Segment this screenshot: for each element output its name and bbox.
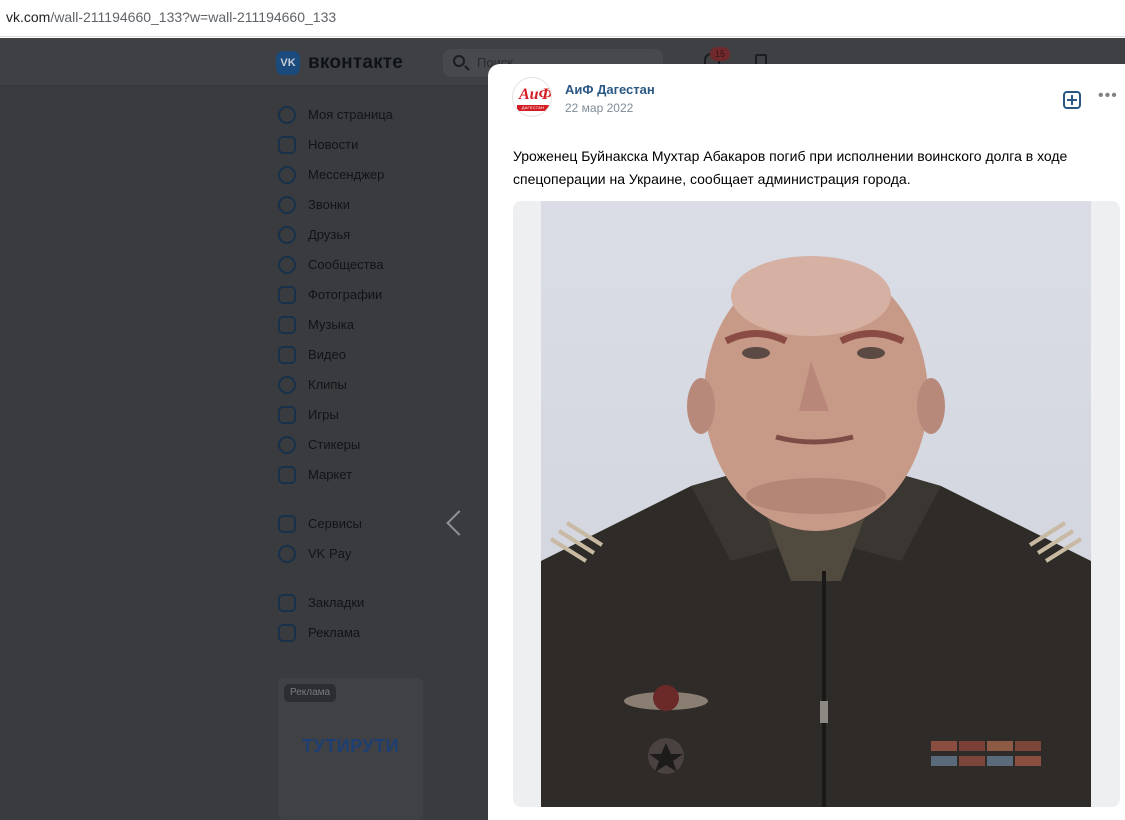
portrait-photo-illustration [541,256,1091,807]
url-path: /wall-211194660_133?w=wall-211194660_133 [50,9,337,25]
sidebar-item-label: Реклама [308,625,361,640]
sidebar-item-vkpay[interactable]: VK Pay [278,541,468,567]
friends-icon [278,226,296,244]
avatar-logo-text: АиФ [519,86,552,103]
sidebar-item-communities[interactable]: Сообщества [278,252,468,278]
chat-icon [278,166,296,184]
post-date[interactable]: 22 мар 2022 [565,101,633,115]
sidebar-item-calls[interactable]: Звонки [278,192,468,218]
games-icon [278,406,296,424]
sidebar-item-music[interactable]: Музыка [278,312,468,338]
sidebar-item-label: Видео [308,347,346,362]
services-icon [278,515,296,533]
post-photo[interactable] [541,201,1091,807]
author-avatar[interactable]: АиФ ДАГЕСТАН [512,77,552,117]
sidebar-item-news[interactable]: Новости [278,132,468,158]
sidebar-item-label: Музыка [308,317,354,332]
sidebar-item-my-page[interactable]: Моя страница [278,102,468,128]
sidebar-item-label: Моя страница [308,107,393,122]
bookmark-icon [278,594,296,612]
user-icon [278,106,296,124]
avatar-caption: ДАГЕСТАН [517,105,549,111]
sidebar-item-ads[interactable]: Реклама [278,620,468,646]
sidebar-item-label: VK Pay [308,546,352,561]
news-icon [278,136,296,154]
sidebar-item-clips[interactable]: Клипы [278,372,468,398]
sidebar-item-label: Стикеры [308,437,361,452]
vk-brand[interactable]: вконтакте [308,52,403,74]
sidebar-ad-banner[interactable]: Реклама ТУТИРУТИ [278,678,423,820]
megaphone-icon [278,624,296,642]
sidebar-item-label: Друзья [308,227,351,242]
notifications-badge: 15 [710,47,730,61]
sidebar-item-label: Клипы [308,377,347,392]
post-photo-container[interactable] [513,201,1120,807]
communities-icon [278,256,296,274]
post-text: Уроженец Буйнакска Мухтар Абакаров погиб… [513,148,1068,187]
market-icon [278,466,296,484]
ad-tag: Реклама [284,684,337,702]
sidebar-item-label: Звонки [308,197,350,212]
sidebar-item-services[interactable]: Сервисы [278,511,468,537]
sidebar-item-label: Фотографии [308,287,383,302]
url-host: vk.com [6,9,51,25]
search-icon [453,55,465,67]
sidebar-item-label: Закладки [308,595,365,610]
sidebar-item-label: Игры [308,407,339,422]
sidebar-item-messenger[interactable]: Мессенджер [278,162,468,188]
ad-brand-logo: ТУТИРУТИ [302,736,400,756]
video-icon [278,346,296,364]
post-viewer-panel: АиФ ДАГЕСТАН АиФ Дагестан 22 мар 2022 ••… [488,64,1125,820]
sidebar-item-friends[interactable]: Друзья [278,222,468,248]
vkpay-icon [278,545,296,563]
sidebar-item-label: Маркет [308,467,353,482]
sidebar-item-label: Мессенджер [308,167,385,182]
add-square-icon[interactable] [1063,91,1081,109]
sidebar-item-photos[interactable]: Фотографии [278,282,468,308]
browser-address-bar[interactable]: vk.com/wall-211194660_133?w=wall-2111946… [0,0,1125,37]
photo-icon [278,286,296,304]
clips-icon [278,376,296,394]
sidebar-item-label: Сервисы [308,516,362,531]
sidebar-item-bookmarks[interactable]: Закладки [278,590,468,616]
music-icon [278,316,296,334]
url-text[interactable]: vk.com/wall-211194660_133?w=wall-2111946… [6,9,336,25]
phone-icon [278,196,296,214]
sidebar-item-stickers[interactable]: Стикеры [278,432,468,458]
sidebar-item-label: Новости [308,137,359,152]
sidebar-item-market[interactable]: Маркет [278,462,468,488]
sidebar-item-games[interactable]: Игры [278,402,468,428]
post-author-link[interactable]: АиФ Дагестан [565,82,655,97]
sidebar-item-video[interactable]: Видео [278,342,468,368]
more-options-icon[interactable]: ••• [1098,87,1118,105]
stickers-icon [278,436,296,454]
vk-logo-icon[interactable]: VK [276,51,300,75]
sidebar-item-label: Сообщества [308,257,384,272]
